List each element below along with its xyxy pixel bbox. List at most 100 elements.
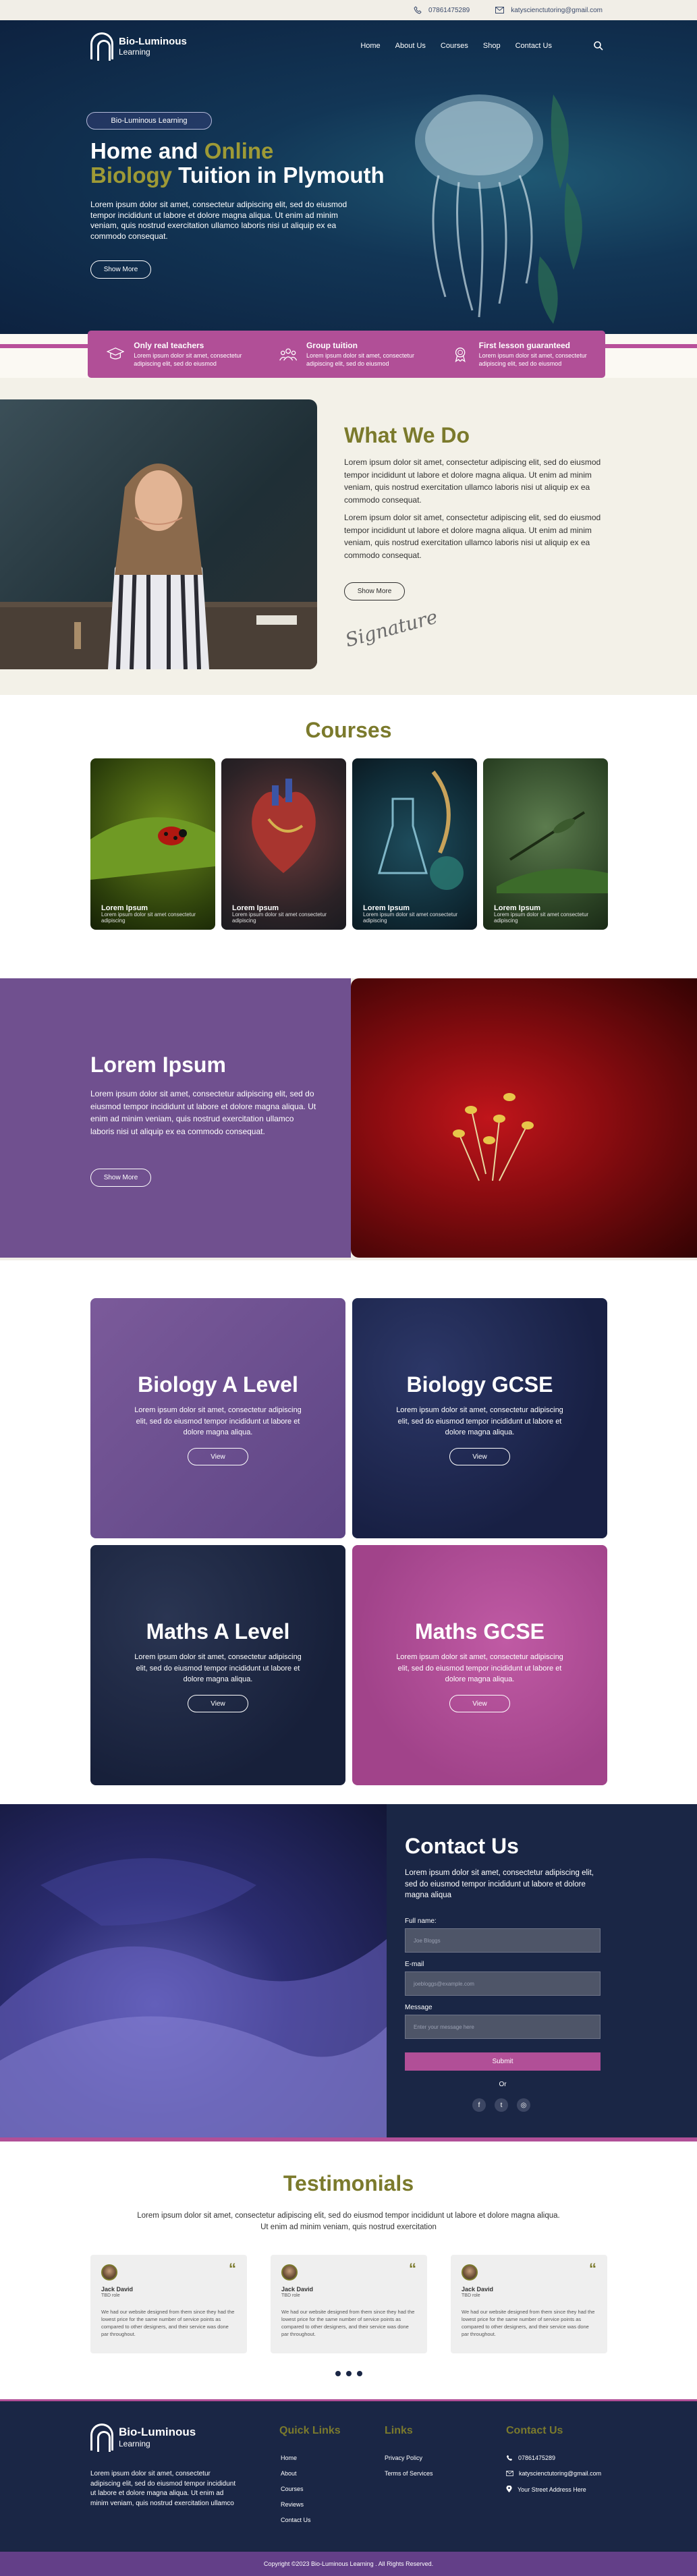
jellyfish-illustration [415, 94, 582, 324]
subject-card-maths-gcse[interactable]: Maths GCSE Lorem ipsum dolor sit amet, c… [352, 1545, 607, 1785]
what-we-do-show-more-button[interactable]: Show More [344, 582, 405, 600]
search-icon[interactable] [593, 40, 604, 51]
nav-item-home[interactable]: Home [360, 42, 380, 50]
nav-item-shop[interactable]: Shop [483, 42, 501, 50]
feature-text: Lorem ipsum dolor sit amet, consectetur … [134, 352, 242, 367]
footer-contact-heading: Contact Us [506, 2425, 563, 2436]
quick-links-list: Home About Courses Reviews Contact Us [281, 2455, 311, 2523]
footer-link-courses[interactable]: Courses [281, 2486, 311, 2492]
topbar-email[interactable]: katyscienctutoring@gmail.com [495, 7, 603, 14]
nav-item-about[interactable]: About Us [395, 42, 426, 50]
footer-link-terms[interactable]: Terms of Services [385, 2470, 433, 2477]
testimonial-text: We had our website designed from them si… [101, 2309, 235, 2337]
footer-link-home[interactable]: Home [281, 2455, 311, 2461]
feature-item: Group tuition Lorem ipsum dolor sit amet,… [260, 331, 433, 378]
course-card-text: Lorem ipsum dolor sit amet consectetur a… [101, 911, 196, 924]
split-show-more-button[interactable]: Show More [90, 1169, 151, 1187]
footer-brand-logo[interactable]: Bio-Luminous Learning [90, 2424, 196, 2452]
footer-phone[interactable]: 07861475289 [506, 2455, 601, 2461]
course-card[interactable]: Lorem Ipsum Lorem ipsum dolor sit amet c… [221, 758, 346, 930]
nav-item-contact[interactable]: Contact Us [515, 42, 552, 50]
quote-icon: “ [589, 2260, 596, 2277]
contact-section: Contact Us Lorem ipsum dolor sit amet, c… [0, 1804, 697, 2141]
teacher-illustration [0, 464, 317, 669]
carousel-dot[interactable] [335, 2371, 341, 2376]
courses-section: Courses Lorem Ipsum Lorem ipsum dolor si… [0, 695, 697, 978]
name-input[interactable]: Joe Bloggs [405, 1928, 601, 1953]
avatar [281, 2264, 298, 2280]
split-title: Lorem Ipsum [90, 1053, 226, 1077]
nav-item-courses[interactable]: Courses [441, 42, 468, 50]
footer-link-reviews[interactable]: Reviews [281, 2501, 311, 2508]
brand-logo[interactable]: Bio-Luminous Learning [90, 32, 187, 61]
testimonials-section: Testimonials Lorem ipsum dolor sit amet,… [0, 2141, 697, 2399]
coral-illustration [0, 1858, 387, 2138]
subjects-section: Biology A Level Lorem ipsum dolor sit am… [0, 1260, 697, 1804]
carousel-dot[interactable] [356, 2371, 362, 2376]
hero-title-highlight2: Biology [90, 163, 172, 188]
course-card-text: Lorem ipsum dolor sit amet consectetur a… [363, 911, 458, 924]
subject-title: Biology A Level [138, 1372, 298, 1397]
subject-title: Biology GCSE [406, 1372, 553, 1397]
course-card[interactable]: Lorem Ipsum Lorem ipsum dolor sit amet c… [90, 758, 215, 930]
testimonial-name: Jack David [462, 2286, 494, 2293]
heart-model-illustration [252, 779, 316, 873]
subject-view-button[interactable]: View [449, 1695, 510, 1712]
flower-stamen-illustration [453, 1093, 534, 1181]
footer-address: Your Street Address Here [506, 2486, 601, 2493]
footer-link-about[interactable]: About [281, 2470, 311, 2477]
subject-text: Lorem ipsum dolor sit amet, consectetur … [396, 1406, 563, 1436]
facebook-icon[interactable]: f [472, 2098, 486, 2112]
email-label: E-mail [405, 1961, 424, 1968]
footer-brand-subname: Learning [119, 2439, 150, 2448]
subject-title: Maths A Level [146, 1619, 290, 1644]
testimonial-role: TBD role [281, 2293, 300, 2298]
course-card[interactable]: Lorem Ipsum Lorem ipsum dolor sit amet c… [352, 758, 477, 930]
testimonial-role: TBD role [462, 2293, 480, 2298]
footer-link-privacy[interactable]: Privacy Policy [385, 2455, 433, 2461]
subject-card-biology-gcse[interactable]: Biology GCSE Lorem ipsum dolor sit amet,… [352, 1298, 607, 1538]
subject-text: Lorem ipsum dolor sit amet, consectetur … [134, 1406, 302, 1436]
features-box: Only real teachers Lorem ipsum dolor sit … [88, 331, 605, 378]
nav-menu: Home About Us Courses Shop Contact Us [360, 42, 552, 50]
footer-email-text: katyscienctutoring@gmail.com [519, 2470, 602, 2477]
testimonials-intro: Lorem ipsum dolor sit amet, consectetur … [137, 2212, 560, 2231]
carousel-dot[interactable] [345, 2371, 352, 2376]
feature-text: Lorem ipsum dolor sit amet, consectetur … [306, 352, 415, 367]
subject-card-biology-a-level[interactable]: Biology A Level Lorem ipsum dolor sit am… [90, 1298, 345, 1538]
hero-title-highlight1: Online [204, 138, 274, 163]
hero-title-part2: Tuition in Plymouth [172, 163, 385, 188]
top-bar: 07861475289 katyscienctutoring@gmail.com [0, 0, 697, 20]
testimonial-card: “ Jack David TBD role We had our website… [451, 2255, 607, 2353]
message-input[interactable]: Enter your message here [405, 2015, 601, 2039]
feature-title: Group tuition [306, 341, 358, 351]
what-we-do-title: What We Do [344, 423, 470, 447]
email-input[interactable]: joebloggs@example.com [405, 1971, 601, 1996]
subject-card-maths-a-level[interactable]: Maths A Level Lorem ipsum dolor sit amet… [90, 1545, 345, 1785]
avatar [101, 2264, 117, 2280]
subject-view-button[interactable]: View [449, 1448, 510, 1465]
subject-view-button[interactable]: View [188, 1695, 248, 1712]
main-nav: Bio-Luminous Learning Home About Us Cour… [0, 30, 697, 65]
ladybird-illustration [90, 817, 215, 880]
subject-view-button[interactable]: View [188, 1448, 248, 1465]
topbar-phone[interactable]: 07861475289 [414, 6, 470, 14]
submit-button[interactable]: Submit [405, 2052, 601, 2071]
footer-link-contact[interactable]: Contact Us [281, 2517, 311, 2523]
teacher-photo [0, 399, 317, 669]
hero-show-more-button[interactable]: Show More [90, 260, 151, 279]
testimonial-name: Jack David [101, 2286, 134, 2293]
brand-subname: Learning [119, 47, 150, 57]
feature-title: First lesson guaranteed [478, 341, 570, 351]
phone-icon [414, 6, 422, 14]
what-we-do-paragraph-2: Lorem ipsum dolor sit amet, consectetur … [344, 513, 601, 560]
logo-mark-icon [90, 2424, 113, 2452]
footer-email[interactable]: katyscienctutoring@gmail.com [506, 2470, 601, 2477]
feature-split-section: Lorem Ipsum Lorem ipsum dolor sit amet, … [0, 978, 697, 1260]
split-text: Lorem ipsum dolor sit amet, consectetur … [90, 1089, 316, 1136]
footer-address-text: Your Street Address Here [518, 2486, 586, 2493]
instagram-icon[interactable]: ◎ [517, 2098, 530, 2112]
quote-icon: “ [409, 2260, 416, 2277]
twitter-icon[interactable]: t [495, 2098, 508, 2112]
course-card[interactable]: Lorem Ipsum Lorem ipsum dolor sit amet c… [483, 758, 608, 930]
